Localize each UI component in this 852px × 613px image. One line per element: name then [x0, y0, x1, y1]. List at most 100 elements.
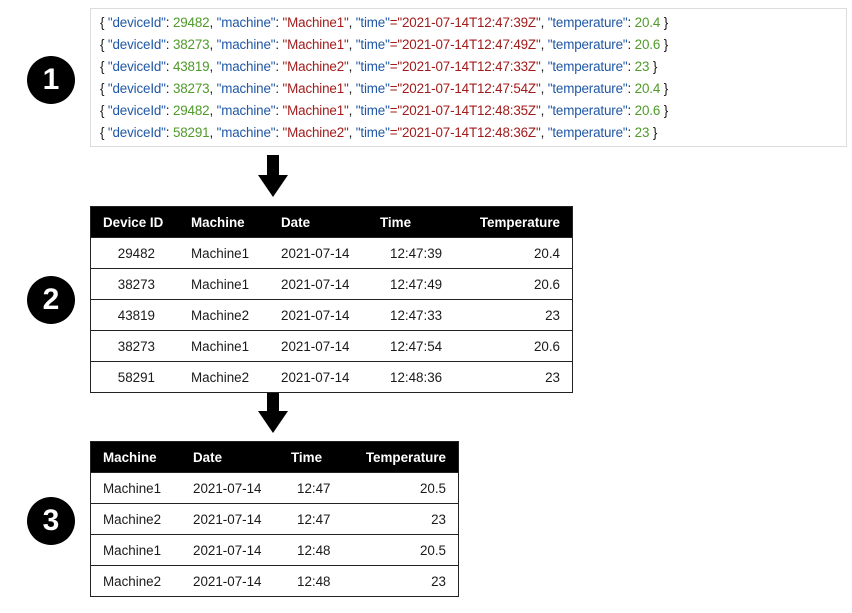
json-n-temperature: 20.4	[634, 81, 661, 96]
json-n-temperature: 20.6	[634, 103, 661, 118]
json-s-machine: "Machine2"	[282, 125, 349, 140]
table-cell: 12:47:39	[368, 237, 457, 269]
table-row: 29482 Machine1 2021-07-14 12:47:39 20.4	[90, 237, 573, 269]
json-k-time: "time"	[355, 59, 390, 74]
json-value-time: 2021-07-14T12:47:33Z	[401, 59, 536, 74]
json-n-deviceId: 38273	[172, 37, 210, 52]
table-cell: 12:47	[279, 503, 343, 535]
down-arrow-icon	[258, 391, 288, 433]
table-cell: 2021-07-14	[181, 565, 279, 597]
json-n-deviceId: 38273	[172, 81, 210, 96]
column-header: Date	[181, 441, 279, 473]
json-line: { "deviceId": 38273, "machine": "Machine…	[100, 81, 669, 96]
json-s-machine: "Machine1"	[282, 15, 349, 30]
json-k-time: "time"	[355, 15, 390, 30]
json-n-temperature: 20.6	[634, 37, 661, 52]
json-n-deviceId: 43819	[172, 59, 210, 74]
table-cell: Machine2	[90, 503, 181, 535]
table-cell: 23	[457, 361, 573, 393]
json-k-temperature: "temperature"	[547, 15, 628, 30]
column-header: Temperature	[457, 206, 573, 238]
table-cell: 12:47:54	[368, 330, 457, 362]
json-k-machine: "machine"	[216, 15, 276, 30]
json-s-machine: "Machine1"	[282, 103, 349, 118]
raw-json-panel: { "deviceId": 29482, "machine": "Machine…	[90, 8, 847, 147]
table-row: 38273 Machine1 2021-07-14 12:47:49 20.6	[90, 268, 573, 300]
json-k-time: "time"	[355, 125, 390, 140]
parsed-readings-table: Device ID Machine Date Time Temperature 2948…	[90, 206, 573, 393]
json-k-temperature: "temperature"	[547, 103, 628, 118]
json-value-machine: Machine2	[287, 59, 345, 74]
json-s-machine: "Machine2"	[282, 59, 349, 74]
column-header: Machine	[90, 441, 181, 473]
table-row: Machine1 2021-07-14 12:48 20.5	[90, 534, 459, 566]
table-cell: 2021-07-14	[181, 472, 279, 504]
json-k-deviceId: "deviceId"	[107, 103, 166, 118]
table-cell: 20.4	[457, 237, 573, 269]
json-line: { "deviceId": 43819, "machine": "Machine…	[100, 59, 658, 74]
json-value-machine: Machine1	[287, 37, 345, 52]
table-cell: 23	[343, 565, 459, 597]
json-value-machine: Machine2	[287, 125, 345, 140]
table-cell: 12:48	[279, 534, 343, 566]
table-cell: 23	[457, 299, 573, 331]
table-cell: 2021-07-14	[181, 534, 279, 566]
down-arrow-icon	[258, 155, 288, 197]
table-row: Machine2 2021-07-14 12:47 23	[90, 503, 459, 535]
table-cell: 12:48:36	[368, 361, 457, 393]
json-line: { "deviceId": 38273, "machine": "Machine…	[100, 37, 669, 52]
column-header: Machine	[179, 206, 269, 238]
table-cell: 20.5	[343, 472, 459, 504]
step-2-badge: 2	[27, 276, 75, 324]
json-k-time: "time"	[355, 103, 390, 118]
json-value-time: 2021-07-14T12:47:49Z	[401, 37, 536, 52]
json-k-machine: "machine"	[216, 125, 276, 140]
table-cell: 58291	[90, 361, 179, 393]
json-k-deviceId: "deviceId"	[107, 59, 166, 74]
table-cell: 20.5	[343, 534, 459, 566]
json-value-machine: Machine1	[287, 81, 345, 96]
json-value-machine: Machine1	[287, 103, 345, 118]
json-value-time: 2021-07-14T12:48:35Z	[401, 103, 536, 118]
table-cell: Machine1	[90, 534, 181, 566]
json-k-temperature: "temperature"	[547, 81, 628, 96]
json-s-machine: "Machine1"	[282, 37, 349, 52]
table-cell: 2021-07-14	[269, 330, 368, 362]
json-k-deviceId: "deviceId"	[107, 37, 166, 52]
json-value-machine: Machine1	[287, 15, 345, 30]
json-line: { "deviceId": 58291, "machine": "Machine…	[100, 125, 658, 140]
json-n-temperature: 23	[634, 59, 650, 74]
json-k-machine: "machine"	[216, 59, 276, 74]
table-cell: 29482	[90, 237, 179, 269]
table-row: Machine2 2021-07-14 12:48 23	[90, 565, 459, 597]
column-header: Device ID	[90, 206, 179, 238]
table-cell: Machine1	[90, 472, 181, 504]
column-header: Date	[269, 206, 368, 238]
json-s-time: "2021-07-14T12:48:36Z"	[397, 125, 541, 140]
table-cell: 2021-07-14	[269, 361, 368, 393]
json-s-machine: "Machine1"	[282, 81, 349, 96]
json-s-time: "2021-07-14T12:47:33Z"	[397, 59, 541, 74]
step-1-badge: 1	[27, 56, 75, 104]
json-line: { "deviceId": 29482, "machine": "Machine…	[100, 103, 669, 118]
table-cell: Machine2	[179, 299, 269, 331]
table-cell: 2021-07-14	[269, 237, 368, 269]
json-k-machine: "machine"	[216, 37, 276, 52]
column-header: Time	[368, 206, 457, 238]
json-k-temperature: "temperature"	[547, 37, 628, 52]
table-cell: Machine2	[179, 361, 269, 393]
json-n-temperature: 20.4	[634, 15, 661, 30]
table-cell: 43819	[90, 299, 179, 331]
table-cell: Machine1	[179, 237, 269, 269]
step-3-badge: 3	[27, 497, 75, 545]
table-cell: 2021-07-14	[269, 268, 368, 300]
json-k-deviceId: "deviceId"	[107, 81, 166, 96]
table-row: Machine1 2021-07-14 12:47 20.5	[90, 472, 459, 504]
json-k-time: "time"	[355, 37, 390, 52]
json-k-temperature: "temperature"	[547, 59, 628, 74]
table-row: 43819 Machine2 2021-07-14 12:47:33 23	[90, 299, 573, 331]
aggregated-readings-table: Machine Date Time Temperature Machine1 2021-…	[90, 441, 459, 597]
table-cell: Machine1	[179, 330, 269, 362]
json-n-deviceId: 29482	[172, 15, 210, 30]
json-n-temperature: 23	[634, 125, 650, 140]
